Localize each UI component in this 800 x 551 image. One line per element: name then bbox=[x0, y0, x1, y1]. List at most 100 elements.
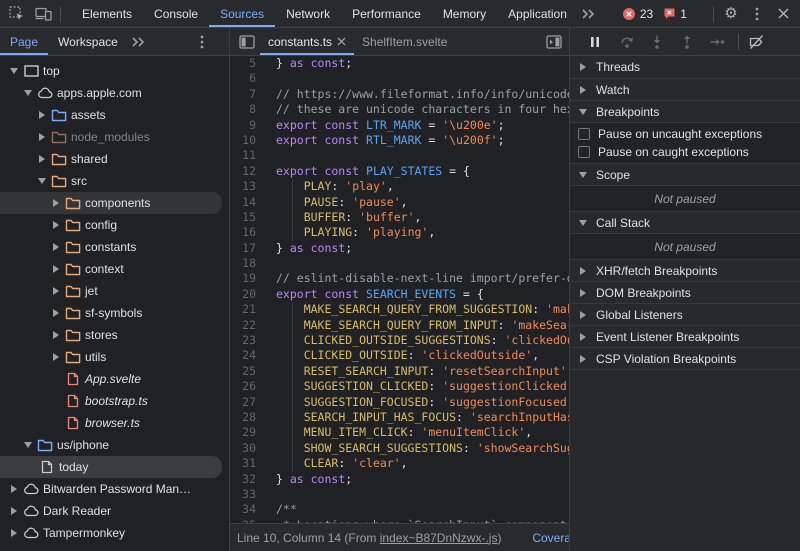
errors-badge[interactable]: 23 bbox=[622, 7, 653, 21]
tab-sources[interactable]: Sources bbox=[209, 0, 275, 27]
line-number[interactable]: 34 bbox=[230, 502, 256, 517]
line-number[interactable]: 35 bbox=[230, 518, 256, 523]
tree-item-shared[interactable]: shared bbox=[0, 148, 222, 170]
tab-application[interactable]: Application bbox=[497, 0, 578, 27]
deactivate-breakpoints-icon[interactable] bbox=[743, 29, 769, 55]
tree-item-today[interactable]: today bbox=[0, 456, 222, 478]
tab-performance[interactable]: Performance bbox=[341, 0, 432, 27]
line-number[interactable]: 23 bbox=[230, 333, 256, 348]
section-breakpoints[interactable]: Breakpoints bbox=[570, 100, 800, 122]
source-map-file-link[interactable]: index~B87DnNzwx-.js bbox=[380, 531, 498, 545]
pause-icon[interactable] bbox=[582, 29, 608, 55]
line-number[interactable]: 10 bbox=[230, 133, 256, 148]
tree-item-app-svelte[interactable]: App.svelte bbox=[0, 368, 222, 390]
navigator-tab-page[interactable]: Page bbox=[0, 28, 48, 55]
line-number[interactable]: 32 bbox=[230, 472, 256, 487]
close-tab-icon[interactable] bbox=[337, 37, 346, 46]
checkbox-unchecked[interactable] bbox=[578, 128, 590, 140]
line-number[interactable]: 6 bbox=[230, 71, 256, 86]
step-icon[interactable] bbox=[704, 29, 730, 55]
tree-item-dark-reader[interactable]: Dark Reader bbox=[0, 500, 222, 522]
navigator-more-tabs-icon[interactable] bbox=[128, 29, 148, 55]
section-watch[interactable]: Watch bbox=[570, 78, 800, 100]
toggle-debugger-panel-icon[interactable] bbox=[541, 29, 567, 55]
section-dom-breakpoints[interactable]: DOM Breakpoints bbox=[570, 281, 800, 303]
line-number[interactable]: 27 bbox=[230, 395, 256, 410]
step-out-icon[interactable] bbox=[674, 29, 700, 55]
line-number[interactable]: 13 bbox=[230, 179, 256, 194]
tree-item-top[interactable]: top bbox=[0, 60, 222, 82]
tree-item-constants[interactable]: constants bbox=[0, 236, 222, 258]
section-global-listeners[interactable]: Global Listeners bbox=[570, 303, 800, 325]
line-number[interactable]: 12 bbox=[230, 164, 256, 179]
line-number[interactable]: 25 bbox=[230, 364, 256, 379]
more-options-kebab-icon[interactable] bbox=[744, 1, 770, 27]
line-number[interactable]: 22 bbox=[230, 318, 256, 333]
line-number[interactable]: 31 bbox=[230, 456, 256, 471]
section-threads[interactable]: Threads bbox=[570, 56, 800, 78]
section-xhr-fetch-breakpoints[interactable]: XHR/fetch Breakpoints bbox=[570, 259, 800, 281]
coverage-link[interactable]: Covera bbox=[532, 531, 569, 545]
editor-tab-constants-ts[interactable]: constants.ts bbox=[260, 28, 354, 55]
line-number[interactable]: 14 bbox=[230, 195, 256, 210]
line-number[interactable]: 5 bbox=[230, 56, 256, 71]
line-number[interactable]: 21 bbox=[230, 302, 256, 317]
settings-gear-icon[interactable]: ⚙ bbox=[718, 1, 744, 27]
section-event-listener-breakpoints[interactable]: Event Listener Breakpoints bbox=[570, 325, 800, 347]
close-devtools-icon[interactable] bbox=[770, 1, 796, 27]
navigator-tab-workspace[interactable]: Workspace bbox=[48, 28, 128, 55]
tree-item-bootstrap-ts[interactable]: bootstrap.ts bbox=[0, 390, 222, 412]
line-number[interactable]: 29 bbox=[230, 425, 256, 440]
tab-elements[interactable]: Elements bbox=[71, 0, 143, 27]
tree-item-sf-symbols[interactable]: sf-symbols bbox=[0, 302, 222, 324]
breakpoint-option-pause-on-caught-exceptions[interactable]: Pause on caught exceptions bbox=[570, 143, 800, 161]
line-number[interactable]: 8 bbox=[230, 102, 256, 117]
editor-tab-shelfitem-svelte[interactable]: ShelfItem.svelte bbox=[354, 28, 455, 55]
code-editor[interactable]: 5} as const; 6 7 // https://www.fileformat.… bbox=[230, 56, 569, 523]
tree-item-bitwarden-password-man[interactable]: Bitwarden Password Man… bbox=[0, 478, 222, 500]
line-number[interactable]: 17 bbox=[230, 241, 256, 256]
tree-item-node-modules[interactable]: node_modules bbox=[0, 126, 222, 148]
tree-item-assets[interactable]: assets bbox=[0, 104, 222, 126]
toggle-navigator-panel-icon[interactable] bbox=[234, 29, 260, 55]
tree-item-apps-apple-com[interactable]: apps.apple.com bbox=[0, 82, 222, 104]
more-panels-icon[interactable] bbox=[578, 1, 598, 27]
tree-item-jet[interactable]: jet bbox=[0, 280, 222, 302]
navigator-kebab-icon[interactable] bbox=[189, 29, 215, 55]
section-scope[interactable]: Scope bbox=[570, 163, 800, 185]
tree-item-src[interactable]: src bbox=[0, 170, 222, 192]
tree-item-utils[interactable]: utils bbox=[0, 346, 222, 368]
line-number[interactable]: 7 bbox=[230, 87, 256, 102]
line-number[interactable]: 18 bbox=[230, 256, 256, 271]
tree-item-us-iphone[interactable]: us/iphone bbox=[0, 434, 222, 456]
section-call-stack[interactable]: Call Stack bbox=[570, 211, 800, 233]
line-number[interactable]: 16 bbox=[230, 225, 256, 240]
tree-item-components[interactable]: components bbox=[0, 192, 222, 214]
tree-item-tampermonkey[interactable]: Tampermonkey bbox=[0, 522, 222, 544]
tree-item-stores[interactable]: stores bbox=[0, 324, 222, 346]
tree-item-context[interactable]: context bbox=[0, 258, 222, 280]
line-number[interactable]: 28 bbox=[230, 410, 256, 425]
breakpoint-option-pause-on-uncaught-exceptions[interactable]: Pause on uncaught exceptions bbox=[570, 125, 800, 143]
issues-badge[interactable]: 1 bbox=[663, 7, 687, 21]
tree-item-config[interactable]: config bbox=[0, 214, 222, 236]
tab-network[interactable]: Network bbox=[275, 0, 341, 27]
line-number[interactable]: 24 bbox=[230, 348, 256, 363]
step-over-icon[interactable] bbox=[614, 29, 640, 55]
line-number[interactable]: 11 bbox=[230, 148, 256, 163]
line-number[interactable]: 26 bbox=[230, 379, 256, 394]
tree-item-browser-ts[interactable]: browser.ts bbox=[0, 412, 222, 434]
tab-console[interactable]: Console bbox=[143, 0, 209, 27]
section-csp-violation-breakpoints[interactable]: CSP Violation Breakpoints bbox=[570, 347, 800, 369]
device-toolbar-icon[interactable] bbox=[30, 1, 56, 27]
step-into-icon[interactable] bbox=[644, 29, 670, 55]
checkbox-unchecked[interactable] bbox=[578, 146, 590, 158]
line-number[interactable]: 19 bbox=[230, 271, 256, 286]
inspect-element-icon[interactable] bbox=[4, 1, 30, 27]
line-number[interactable]: 15 bbox=[230, 210, 256, 225]
line-number[interactable]: 33 bbox=[230, 487, 256, 502]
line-number[interactable]: 9 bbox=[230, 118, 256, 133]
line-number[interactable]: 20 bbox=[230, 287, 256, 302]
line-number[interactable]: 30 bbox=[230, 441, 256, 456]
tab-memory[interactable]: Memory bbox=[432, 0, 497, 27]
